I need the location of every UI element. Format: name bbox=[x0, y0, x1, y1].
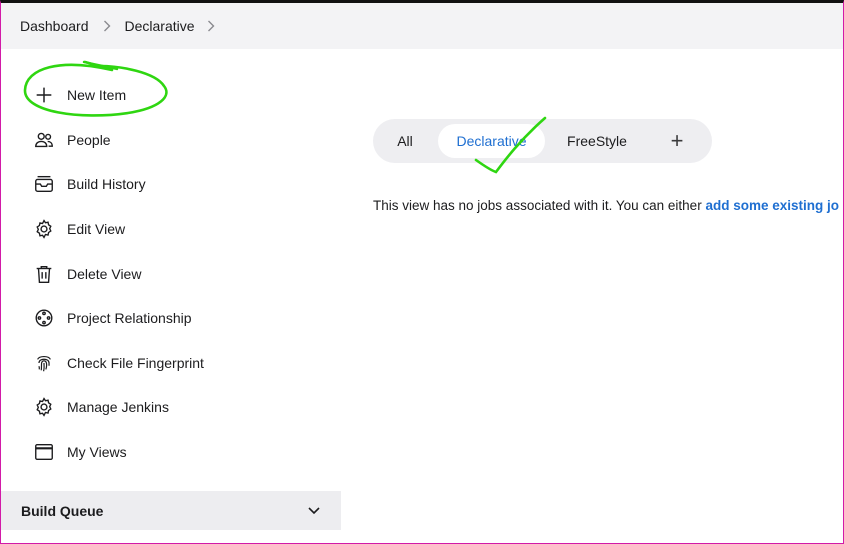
sidebar-item-manage-jenkins[interactable]: Manage Jenkins bbox=[32, 395, 169, 419]
sidebar-item-project-relationship[interactable]: Project Relationship bbox=[32, 306, 192, 330]
plus-icon bbox=[32, 83, 56, 107]
view-tabs: All Declarative FreeStyle + bbox=[373, 119, 712, 163]
tab-all[interactable]: All bbox=[383, 124, 427, 158]
chevron-right-icon[interactable] bbox=[103, 20, 111, 32]
sidebar-item-label: Project Relationship bbox=[67, 310, 192, 326]
sidebar-item-my-views[interactable]: My Views bbox=[32, 440, 127, 464]
sidebar-item-new-item[interactable]: New Item bbox=[32, 83, 126, 107]
sidebar-item-label: New Item bbox=[67, 87, 127, 103]
gear-icon bbox=[32, 217, 56, 241]
chevron-down-icon[interactable] bbox=[307, 506, 321, 516]
sidebar-item-build-history[interactable]: Build History bbox=[32, 172, 146, 196]
sidebar-item-label: Edit View bbox=[67, 221, 126, 237]
gear-icon bbox=[32, 395, 56, 419]
sidebar-item-people[interactable]: People bbox=[32, 128, 111, 152]
sidebar-item-edit-view[interactable]: Edit View bbox=[32, 217, 125, 241]
empty-view-text: This view has no jobs associated with it… bbox=[373, 198, 706, 213]
annotation-stroke bbox=[82, 60, 119, 71]
people-icon bbox=[32, 128, 56, 152]
empty-view-message: This view has no jobs associated with it… bbox=[373, 198, 839, 213]
sidebar-item-label: My Views bbox=[67, 444, 127, 460]
relationship-icon bbox=[32, 306, 56, 330]
sidebar-item-label: Build History bbox=[67, 176, 146, 192]
build-queue-title: Build Queue bbox=[21, 502, 104, 519]
sidebar-item-delete-view[interactable]: Delete View bbox=[32, 262, 141, 286]
tab-declarative[interactable]: Declarative bbox=[438, 124, 545, 158]
sidebar-item-label: Check File Fingerprint bbox=[67, 355, 204, 371]
sidebar-item-label: Delete View bbox=[67, 266, 142, 282]
build-queue-panel: Build Queue bbox=[1, 491, 341, 530]
window-icon bbox=[32, 440, 56, 464]
chevron-right-icon[interactable] bbox=[207, 20, 215, 32]
add-view-button[interactable]: + bbox=[659, 124, 695, 158]
sidebar-item-label: Manage Jenkins bbox=[67, 399, 169, 415]
tab-freestyle[interactable]: FreeStyle bbox=[557, 124, 637, 158]
add-existing-jobs-link[interactable]: add some existing jo bbox=[705, 198, 839, 213]
trash-icon bbox=[32, 262, 56, 286]
breadcrumb-bar: Dashboard Declarative bbox=[1, 3, 843, 49]
sidebar-item-label: People bbox=[67, 132, 111, 148]
sidebar-item-check-file-fingerprint[interactable]: Check File Fingerprint bbox=[32, 351, 204, 375]
breadcrumb: Dashboard Declarative bbox=[20, 3, 229, 49]
fingerprint-icon bbox=[32, 351, 56, 375]
build-history-icon bbox=[32, 172, 56, 196]
breadcrumb-dashboard[interactable]: Dashboard bbox=[20, 18, 89, 34]
breadcrumb-declarative[interactable]: Declarative bbox=[125, 18, 195, 34]
